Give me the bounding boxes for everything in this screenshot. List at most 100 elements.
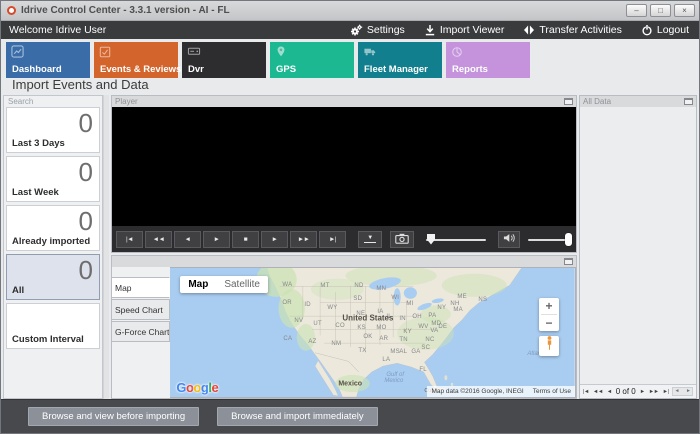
next-group-button[interactable]: ►► xyxy=(649,389,659,395)
fast-forward-button[interactable]: ►► xyxy=(290,230,317,248)
video-display[interactable] xyxy=(112,107,576,226)
tab-label: Dashboard xyxy=(12,64,62,75)
tab-gps[interactable]: GPS xyxy=(270,42,354,78)
map-label: WY xyxy=(327,305,338,311)
map-view-tabs: Map Speed Chart G-Force Chart xyxy=(112,267,171,398)
google-logo[interactable]: Google xyxy=(176,380,218,395)
tab-fleet-manager[interactable]: Fleet Manager xyxy=(358,42,442,78)
expand-panel-icon[interactable] xyxy=(564,98,573,105)
map-type-satellite-button[interactable]: Satellite xyxy=(216,276,268,293)
import-viewer-button[interactable]: Import Viewer xyxy=(424,24,504,36)
prev-page-button[interactable]: ◄ xyxy=(607,389,612,395)
logout-label: Logout xyxy=(656,24,689,36)
prev-group-button[interactable]: ◄◄ xyxy=(593,389,603,395)
map-pin-icon xyxy=(275,45,287,63)
browse-import-button[interactable]: Browse and import immediately xyxy=(217,407,378,426)
step-forward-button[interactable]: ► xyxy=(261,230,288,248)
gear-icon xyxy=(350,24,363,37)
volume-slider[interactable] xyxy=(528,231,572,248)
center-column: Player |◄ ◄◄ ◄ ► ■ ► ►► ►| ▼ Map Speed C… xyxy=(111,95,577,399)
google-map[interactable]: WA MT ND MN WI MI OR ID WY SD NE IA NV UT CO KS MO IL IN OH… xyxy=(170,267,576,398)
footer-bar: Browse and view before importing Browse … xyxy=(1,399,699,433)
tab-dashboard[interactable]: Dashboard xyxy=(6,42,90,78)
map-label: CA xyxy=(283,336,293,342)
map-label: WV xyxy=(418,324,429,330)
map-label: OR xyxy=(282,300,292,306)
map-type-map-button[interactable]: Map xyxy=(180,276,216,293)
map-label: OK xyxy=(363,334,373,340)
sidebar-scrollbar[interactable] xyxy=(103,95,109,399)
search-card-last-week[interactable]: 0 Last Week xyxy=(6,156,100,202)
dvr-icon xyxy=(187,45,201,63)
map-label: MO xyxy=(376,325,387,331)
settings-button[interactable]: Settings xyxy=(350,24,405,37)
map-label: SD xyxy=(353,296,363,302)
tab-g-force-chart[interactable]: G-Force Chart xyxy=(112,321,171,342)
transfer-activities-button[interactable]: Transfer Activities xyxy=(523,24,622,36)
tab-map[interactable]: Map xyxy=(112,277,171,298)
close-button[interactable]: × xyxy=(674,4,695,17)
map-label: NY xyxy=(437,305,447,311)
search-groupbox: Search 0 Last 3 Days 0 Last Week 0 Alrea… xyxy=(3,95,103,399)
seek-thumb[interactable] xyxy=(427,233,435,245)
search-card-custom-interval[interactable]: Custom Interval xyxy=(6,303,100,349)
count-value: 0 xyxy=(78,157,93,187)
next-page-button[interactable]: ► xyxy=(640,389,645,395)
logout-button[interactable]: Logout xyxy=(641,24,689,36)
map-label: LA xyxy=(382,357,391,363)
truck-icon xyxy=(363,45,377,63)
map-label: MI xyxy=(406,301,414,307)
all-data-list[interactable] xyxy=(580,107,696,384)
save-clip-button[interactable]: ▼ xyxy=(358,230,382,248)
map-panel-body: Map Speed Chart G-Force Chart WA MT ND M… xyxy=(112,267,576,398)
pie-chart-icon xyxy=(451,45,463,63)
pegman-icon xyxy=(545,336,554,356)
page-status: 0 of 0 xyxy=(615,387,636,396)
terms-of-use-link[interactable]: Terms of Use xyxy=(533,388,571,395)
map-label: IA xyxy=(377,309,384,315)
tab-events-reviews[interactable]: Events & Reviews xyxy=(94,42,181,78)
map-label: WI xyxy=(391,295,400,301)
pagination-scrollbar[interactable]: ◄ ► xyxy=(672,387,693,396)
mute-button[interactable] xyxy=(498,230,520,248)
line-chart-icon xyxy=(11,45,24,63)
skip-to-end-button[interactable]: ►| xyxy=(319,230,346,248)
search-card-all[interactable]: 0 All xyxy=(6,254,100,300)
data-pagination: |◄ ◄◄ ◄ 0 of 0 ► ►► ►| ◄ ► xyxy=(580,384,696,398)
expand-panel-icon[interactable] xyxy=(564,258,573,265)
player-panel-header: Player xyxy=(112,96,576,107)
seek-slider[interactable] xyxy=(426,231,486,248)
expand-panel-icon[interactable] xyxy=(684,98,693,105)
count-value: 0 xyxy=(78,108,93,138)
tab-dvr[interactable]: Dvr xyxy=(182,42,266,78)
map-label: NH xyxy=(450,301,460,307)
tab-speed-chart[interactable]: Speed Chart xyxy=(112,299,171,320)
zoom-out-button[interactable]: − xyxy=(539,315,559,331)
browse-view-button[interactable]: Browse and view before importing xyxy=(28,407,200,426)
map-label: MD xyxy=(431,321,442,327)
power-icon xyxy=(641,24,653,36)
maximize-button[interactable]: □ xyxy=(650,4,671,17)
last-page-button[interactable]: ►| xyxy=(663,389,669,395)
step-back-button[interactable]: ◄ xyxy=(174,230,201,248)
zoom-in-button[interactable]: + xyxy=(539,298,559,314)
play-button[interactable]: ► xyxy=(203,230,230,248)
volume-thumb[interactable] xyxy=(565,232,572,246)
map-label: MS xyxy=(390,349,400,355)
tab-reports[interactable]: Reports xyxy=(446,42,530,78)
rewind-button[interactable]: ◄◄ xyxy=(145,230,172,248)
search-card-already-imported[interactable]: 0 Already imported xyxy=(6,205,100,251)
stop-button[interactable]: ■ xyxy=(232,230,259,248)
map-label: UT xyxy=(313,321,322,327)
street-view-pegman[interactable] xyxy=(539,336,559,356)
minimize-button[interactable]: – xyxy=(626,4,647,17)
skip-to-start-button[interactable]: |◄ xyxy=(116,230,143,248)
first-page-button[interactable]: |◄ xyxy=(583,389,589,395)
map-label: ME xyxy=(457,294,467,300)
map-label: ND xyxy=(354,283,364,289)
map-label: MA xyxy=(453,307,463,313)
all-data-panel-header: All Data xyxy=(580,96,696,107)
search-card-last-3-days[interactable]: 0 Last 3 Days xyxy=(6,107,100,153)
map-label: NM xyxy=(331,341,342,347)
snapshot-button[interactable] xyxy=(390,230,414,248)
